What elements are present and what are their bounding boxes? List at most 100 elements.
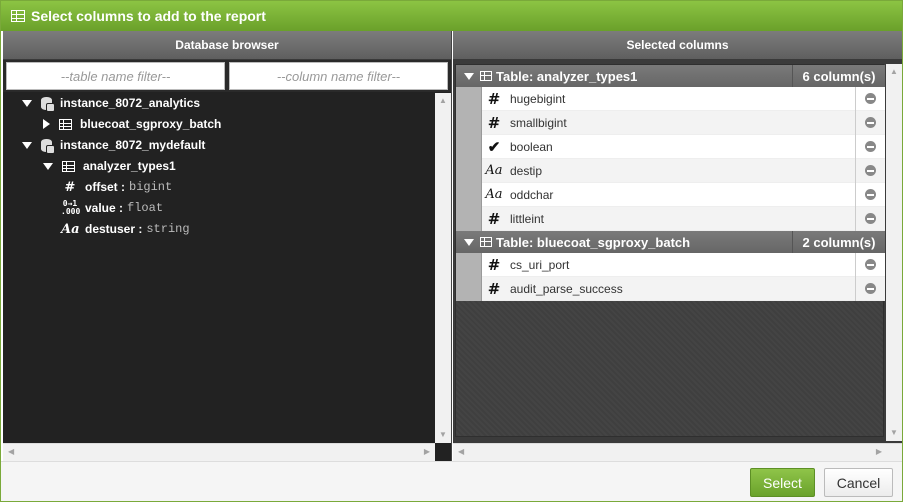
remove-column-button[interactable] xyxy=(855,252,885,277)
select-columns-dialog: Select columns to add to the report Data… xyxy=(0,0,903,502)
hash-icon: # xyxy=(487,279,501,298)
table-group-title: Table: analyzer_types1 xyxy=(496,68,638,84)
cancel-button[interactable]: Cancel xyxy=(824,468,893,497)
string-icon: Aa xyxy=(485,163,503,178)
column-type: bigint xyxy=(129,180,173,194)
tree-node-label: instance_8072_mydefault xyxy=(60,138,206,152)
drag-handle[interactable] xyxy=(456,276,482,301)
drag-handle[interactable] xyxy=(456,206,482,231)
drag-handle[interactable] xyxy=(456,86,482,111)
minus-circle-icon xyxy=(865,165,876,176)
hash-icon: # xyxy=(487,209,501,228)
caret-down-icon[interactable] xyxy=(22,99,32,107)
drag-handle[interactable] xyxy=(456,182,482,207)
table-group-header[interactable]: Table: bluecoat_sgproxy_batch 2 column(s… xyxy=(456,231,885,253)
column-name-filter-input[interactable] xyxy=(229,62,448,90)
database-browser-panel: Database browser instance_8072_analytics… xyxy=(3,31,452,461)
column-name: audit_parse_success xyxy=(510,281,623,296)
caret-down-icon[interactable] xyxy=(43,162,53,170)
checkmark-icon: ✔ xyxy=(487,137,501,156)
scroll-right-icon[interactable]: ▶ xyxy=(424,448,430,456)
minus-circle-icon xyxy=(865,189,876,200)
remove-column-button[interactable] xyxy=(855,182,885,207)
table-group-title: Table: bluecoat_sgproxy_batch xyxy=(496,234,691,250)
selected-column-row[interactable]: # hugebigint xyxy=(456,86,885,111)
scroll-down-icon[interactable]: ▼ xyxy=(890,429,898,437)
tree-node-database[interactable]: instance_8072_analytics xyxy=(22,93,200,113)
table-icon xyxy=(59,118,72,130)
tree-node-column[interactable]: # offset : bigint xyxy=(61,177,173,197)
selected-column-row[interactable]: Aa oddchar xyxy=(456,182,885,207)
minus-circle-icon xyxy=(865,93,876,104)
column-type: string xyxy=(146,222,190,236)
table-icon xyxy=(480,237,492,247)
dialog-title: Select columns to add to the report xyxy=(31,8,266,24)
tree-node-column[interactable]: 0→1.000 value : float xyxy=(61,198,163,218)
horizontal-scrollbar[interactable]: ◀ ▶ xyxy=(453,443,902,461)
tree-node-label: instance_8072_analytics xyxy=(60,96,201,110)
selected-column-row[interactable]: ✔ boolean xyxy=(456,134,885,159)
tree-node-label: analyzer_types1 xyxy=(83,159,176,173)
table-group-header[interactable]: Table: analyzer_types1 6 column(s) xyxy=(456,65,885,87)
caret-right-icon[interactable] xyxy=(43,119,50,129)
hash-icon: # xyxy=(487,255,501,274)
minus-circle-icon xyxy=(865,283,876,294)
hash-icon: # xyxy=(487,89,501,108)
column-name: boolean xyxy=(510,139,553,154)
drag-handle[interactable] xyxy=(456,252,482,277)
column-name: hugebigint xyxy=(510,91,566,106)
remove-column-button[interactable] xyxy=(855,158,885,183)
remove-column-button[interactable] xyxy=(855,86,885,111)
selected-column-row[interactable]: # littleint xyxy=(456,206,885,231)
caret-down-icon[interactable] xyxy=(464,72,474,80)
column-name: littleint xyxy=(510,211,545,226)
caret-down-icon[interactable] xyxy=(22,141,32,149)
selected-column-row[interactable]: # audit_parse_success xyxy=(456,276,885,301)
column-count: 6 column(s) xyxy=(792,65,885,87)
scroll-left-icon[interactable]: ◀ xyxy=(458,448,464,456)
column-name: smallbigint xyxy=(510,115,567,130)
scroll-up-icon[interactable]: ▲ xyxy=(890,68,898,76)
table-name-filter-input[interactable] xyxy=(6,62,225,90)
table-icon xyxy=(62,160,75,172)
minus-circle-icon xyxy=(865,141,876,152)
drag-handle[interactable] xyxy=(456,110,482,135)
remove-column-button[interactable] xyxy=(855,276,885,301)
hash-icon: # xyxy=(487,113,501,132)
string-icon: Aa xyxy=(61,221,80,237)
vertical-scrollbar[interactable]: ▲ ▼ xyxy=(886,64,902,441)
scroll-up-icon[interactable]: ▲ xyxy=(439,97,447,105)
remove-column-button[interactable] xyxy=(855,134,885,159)
drag-handle[interactable] xyxy=(456,158,482,183)
selected-column-row[interactable]: # cs_uri_port xyxy=(456,252,885,277)
scroll-left-icon[interactable]: ◀ xyxy=(8,448,14,456)
selected-column-row[interactable]: Aa destip xyxy=(456,158,885,183)
column-name: cs_uri_port xyxy=(510,257,570,272)
horizontal-scrollbar[interactable]: ◀ ▶ xyxy=(3,443,435,461)
table-icon xyxy=(480,71,492,81)
tree-node-table[interactable]: bluecoat_sgproxy_batch xyxy=(41,114,221,134)
dialog-titlebar: Select columns to add to the report xyxy=(1,1,902,31)
drag-handle[interactable] xyxy=(456,134,482,159)
tree-node-column[interactable]: Aa destuser : string xyxy=(61,219,190,239)
database-browser-header: Database browser xyxy=(3,31,451,60)
minus-circle-icon xyxy=(865,117,876,128)
remove-column-button[interactable] xyxy=(855,206,885,231)
tree-node-table[interactable]: analyzer_types1 xyxy=(43,156,176,176)
tree-node-database[interactable]: instance_8072_mydefault xyxy=(22,135,205,155)
remove-column-button[interactable] xyxy=(855,110,885,135)
database-icon xyxy=(41,96,55,112)
vertical-scrollbar[interactable]: ▲ ▼ xyxy=(435,93,451,443)
scroll-right-icon[interactable]: ▶ xyxy=(876,448,882,456)
select-button[interactable]: Select xyxy=(750,468,815,497)
minus-circle-icon xyxy=(865,213,876,224)
dialog-footer: Select Cancel xyxy=(1,461,902,501)
selected-columns-panel: Selected columns Table: analyzer_types1 … xyxy=(453,31,902,461)
selected-columns-list: Table: analyzer_types1 6 column(s) # hug… xyxy=(455,64,885,437)
selected-column-row[interactable]: # smallbigint xyxy=(456,110,885,135)
minus-circle-icon xyxy=(865,259,876,270)
scroll-down-icon[interactable]: ▼ xyxy=(439,431,447,439)
caret-down-icon[interactable] xyxy=(464,238,474,246)
selected-columns-header: Selected columns xyxy=(453,31,902,60)
hash-icon: # xyxy=(64,179,76,195)
